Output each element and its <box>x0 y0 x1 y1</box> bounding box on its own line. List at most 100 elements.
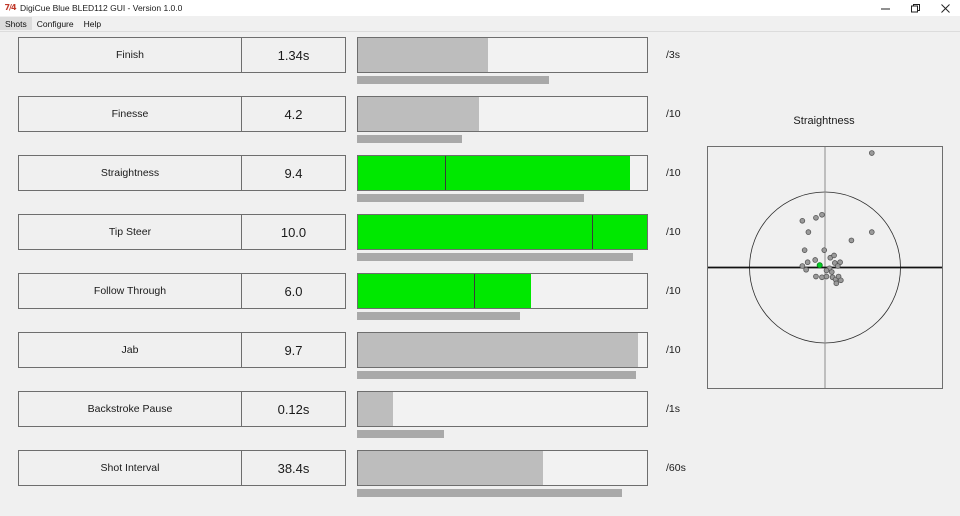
shot-point <box>813 214 819 221</box>
shot-point <box>803 266 809 273</box>
shot-point <box>869 150 875 156</box>
gauge-fill <box>358 451 543 485</box>
average-bar-fill <box>357 312 520 320</box>
gauge-fill <box>358 392 393 426</box>
shot-point <box>833 280 840 287</box>
shot-point <box>838 277 844 284</box>
current-shot-point <box>816 262 823 269</box>
shot-point <box>819 274 825 281</box>
shot-point <box>801 247 808 253</box>
average-bar-fill <box>357 135 462 143</box>
metric-row: Finesse 4.2/10 <box>0 91 690 150</box>
metric-gauge[interactable] <box>357 391 648 427</box>
metric-label: Finish <box>18 37 242 73</box>
metric-label: Shot Interval <box>18 450 242 486</box>
metric-unit: /10 <box>666 226 681 238</box>
gauge-fill <box>358 97 480 131</box>
application-window: 7/4 DigiCue Blue BLED112 GUI - Version 1… <box>0 0 960 516</box>
shot-point <box>869 229 875 235</box>
metric-value: 4.2 <box>242 96 346 132</box>
metric-gauge[interactable] <box>357 214 648 250</box>
menu-item-configure[interactable]: Configure <box>32 17 79 30</box>
metric-value: 9.4 <box>242 155 346 191</box>
metric-average-bar <box>357 430 648 438</box>
metric-label: Jab <box>18 332 242 368</box>
metric-average-bar <box>357 371 648 379</box>
gauge-fill <box>358 215 647 249</box>
shot-point <box>819 211 825 218</box>
metric-unit: /3s <box>666 49 681 61</box>
shot-point <box>823 267 830 274</box>
metric-row: Follow Through 6.0/10 <box>0 268 690 327</box>
metric-label: Follow Through <box>18 273 242 309</box>
window-controls <box>870 0 960 16</box>
metric-average-bar <box>357 76 648 84</box>
menu-item-help[interactable]: Help <box>79 17 106 30</box>
shot-point <box>799 263 806 269</box>
metric-row: Jab 9.7/10 <box>0 327 690 386</box>
metrics-list: Finish 1.34s/3s Finesse 4.2/10 Straightness 9… <box>0 32 690 516</box>
metric-row: Tip Steer 10.0/10 <box>0 209 690 268</box>
metric-unit: /10 <box>666 108 681 120</box>
menu-bar: Shots Configure Help <box>0 16 960 32</box>
metric-unit: /10 <box>666 344 681 356</box>
shot-point <box>823 273 830 280</box>
shot-point <box>804 259 811 266</box>
scatter-plot[interactable] <box>707 146 943 389</box>
average-bar-fill <box>357 430 445 438</box>
minimize-button[interactable] <box>870 0 900 16</box>
shot-point <box>831 252 837 259</box>
metric-gauge[interactable] <box>357 37 648 73</box>
metric-row: Backstroke Pause 0.12s/1s <box>0 386 690 445</box>
scatter-canvas <box>708 147 942 388</box>
metric-value: 0.12s <box>242 391 346 427</box>
metric-label: Straightness <box>18 155 242 191</box>
average-bar-fill <box>357 253 634 261</box>
metric-value: 38.4s <box>242 450 346 486</box>
shot-point <box>805 229 812 235</box>
metric-label: Tip Steer <box>18 214 242 250</box>
metric-row: Shot Interval 38.4s/60s <box>0 445 690 504</box>
restore-button[interactable] <box>900 0 930 16</box>
metric-average-bar <box>357 312 648 320</box>
metric-gauge[interactable] <box>357 96 648 132</box>
gauge-fill <box>358 274 532 308</box>
app-icon: 7/4 <box>4 3 16 12</box>
gauge-fill <box>358 333 639 367</box>
close-button[interactable] <box>930 0 960 16</box>
shot-point <box>848 237 855 244</box>
metric-gauge[interactable] <box>357 450 648 486</box>
title-bar: 7/4 DigiCue Blue BLED112 GUI - Version 1… <box>0 0 960 17</box>
metric-label: Finesse <box>18 96 242 132</box>
gauge-fill <box>358 38 489 72</box>
gauge-average-marker <box>444 156 446 190</box>
shot-point <box>828 269 835 275</box>
metric-gauge[interactable] <box>357 273 648 309</box>
average-bar-fill <box>357 489 622 497</box>
average-bar-fill <box>357 194 584 202</box>
shot-point <box>821 247 828 253</box>
metric-unit: /60s <box>666 462 686 474</box>
straightness-panel: Straightness <box>695 100 953 400</box>
metric-value: 1.34s <box>242 37 346 73</box>
shot-point <box>812 257 818 263</box>
metric-average-bar <box>357 253 648 261</box>
gauge-average-marker <box>473 274 475 308</box>
metric-gauge[interactable] <box>357 332 648 368</box>
metric-value: 10.0 <box>242 214 346 250</box>
metric-average-bar <box>357 489 648 497</box>
metric-value: 6.0 <box>242 273 346 309</box>
average-bar-fill <box>357 371 637 379</box>
menu-item-shots[interactable]: Shots <box>0 17 32 30</box>
average-bar-fill <box>357 76 550 84</box>
metric-average-bar <box>357 135 648 143</box>
chart-title: Straightness <box>793 115 855 127</box>
metric-unit: /10 <box>666 285 681 297</box>
metric-label: Backstroke Pause <box>18 391 242 427</box>
window-title: DigiCue Blue BLED112 GUI - Version 1.0.0 <box>20 3 183 13</box>
gauge-average-marker <box>592 215 594 249</box>
shot-point <box>813 273 819 280</box>
shot-point <box>835 263 841 269</box>
metric-gauge[interactable] <box>357 155 648 191</box>
metric-row: Finish 1.34s/3s <box>0 32 690 91</box>
